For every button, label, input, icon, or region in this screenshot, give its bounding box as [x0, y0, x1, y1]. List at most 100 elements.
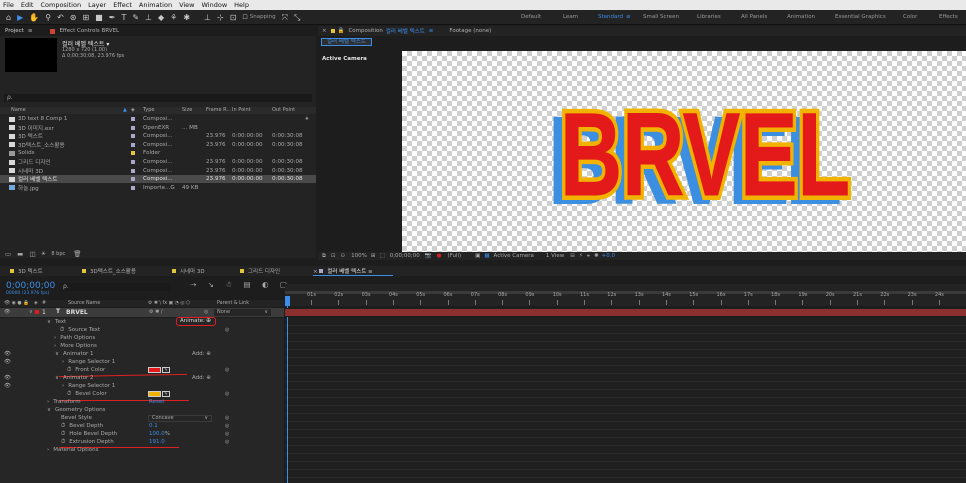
- workspace-color[interactable]: Color: [903, 14, 917, 20]
- workspace-effects[interactable]: Effects: [939, 14, 958, 20]
- flowchart-icon[interactable]: ⚹: [305, 115, 309, 123]
- zoom-tool-icon[interactable]: ⚲: [45, 10, 51, 25]
- col-out-point[interactable]: Out Point: [272, 107, 295, 114]
- snap-icon[interactable]: ⤧: [282, 10, 288, 25]
- work-area-bar[interactable]: [285, 291, 966, 294]
- lock-icon[interactable]: [50, 28, 56, 34]
- project-item-row[interactable]: 그리드 디자인 Composi... 23.976 0:00:00:00 0:00:30…: [0, 158, 316, 166]
- camera-snapshot-icon[interactable]: 📷: [425, 253, 432, 259]
- timeline-tab-0[interactable]: 3D 텍스트: [10, 267, 43, 275]
- prop-material-options[interactable]: › Material Options: [47, 446, 99, 454]
- prop-range-selector2[interactable]: 👁 › Range Selector 1: [4, 382, 115, 390]
- prop-transform[interactable]: › Transform: [47, 398, 81, 406]
- layer-name[interactable]: BRVEL: [66, 309, 88, 316]
- lock-icon[interactable]: 🔒: [338, 28, 345, 34]
- flowchart-icon[interactable]: ⚹: [587, 253, 590, 260]
- workspace-learn[interactable]: Learn: [563, 14, 578, 20]
- prop-text[interactable]: ∨ Text: [47, 318, 66, 326]
- camera-view-dropdown[interactable]: Active Camera: [494, 253, 534, 259]
- transparency-grid-icon[interactable]: ▦: [484, 253, 489, 259]
- clone-stamp-tool-icon[interactable]: ⊥: [145, 10, 152, 25]
- layer-row[interactable]: 👁 ∨ 1 T BRVEL ⚙ ✱ / ◎ None ∨: [0, 308, 284, 317]
- comp-subtab[interactable]: 컬러 베벨 텍스트: [321, 38, 372, 46]
- timeline-search-input[interactable]: ρ.: [60, 283, 170, 291]
- camera-tool-icon[interactable]: ⊛: [70, 10, 77, 25]
- transform-reset-link[interactable]: Reset: [149, 399, 164, 405]
- expression-pickwhip-icon[interactable]: ◎: [225, 415, 229, 421]
- puppet-tool-icon[interactable]: ✱: [183, 10, 190, 25]
- current-time-readout[interactable]: 0;00;00;00: [390, 253, 420, 259]
- project-item-row[interactable]: 3D 이미지.exr OpenEXR ... MB: [0, 124, 316, 132]
- bevel-style-dropdown[interactable]: Concave ∨: [148, 415, 212, 422]
- menu-edit[interactable]: Edit: [21, 1, 34, 9]
- front-color-swatch[interactable]: [148, 367, 161, 373]
- project-item-row[interactable]: 3D text 8 Comp 1 Composi... ⚹: [0, 115, 316, 123]
- prop-animator1[interactable]: 👁 ∨ Animator 1: [4, 350, 94, 358]
- selection-tool-icon[interactable]: ▶: [17, 10, 23, 25]
- menu-layer[interactable]: Layer: [88, 1, 106, 9]
- menu-view[interactable]: View: [179, 1, 194, 9]
- prop-geometry-options[interactable]: ∨ Geometry Options: [47, 406, 105, 414]
- layer-duration-bar[interactable]: [285, 309, 966, 316]
- close-tab-icon[interactable]: ×: [322, 28, 327, 34]
- workspace-animation[interactable]: Animation: [787, 14, 815, 20]
- shape-tool-icon[interactable]: ■: [95, 10, 103, 25]
- prop-more-options[interactable]: › More Options: [54, 342, 97, 350]
- workspace-standard[interactable]: Standard: [598, 14, 623, 20]
- comp-mini-flowchart-icon[interactable]: ⇢: [190, 280, 196, 289]
- tab-composition[interactable]: 컬러 베벨 텍스트: [386, 27, 425, 35]
- exposure-icon[interactable]: ✺: [594, 253, 599, 259]
- bevel-depth-value[interactable]: 0.1: [149, 423, 158, 429]
- expression-pickwhip-icon[interactable]: ◎: [225, 367, 229, 373]
- menu-composition[interactable]: Composition: [40, 1, 81, 9]
- view-layout-dropdown[interactable]: 1 View: [546, 253, 564, 259]
- tab-footage[interactable]: Footage (none): [449, 28, 491, 34]
- prop-bevel-style[interactable]: Bevel Style: [61, 414, 92, 422]
- bevel-color-swatch[interactable]: [148, 391, 161, 397]
- zoom-dropdown[interactable]: 100%: [351, 253, 367, 259]
- motion-blur-icon[interactable]: ◐: [262, 280, 269, 289]
- prop-bevel-depth[interactable]: ⏱ Bevel Depth: [61, 422, 103, 430]
- workspace-all-panels[interactable]: All Panels: [741, 14, 767, 20]
- project-item-row[interactable]: Solids Folder: [0, 149, 316, 157]
- workspace-libraries[interactable]: Libraries: [697, 14, 721, 20]
- new-folder-icon[interactable]: ▬: [17, 250, 23, 258]
- col-name[interactable]: Name: [11, 107, 26, 114]
- hole-bevel-depth-value[interactable]: 100.0%: [149, 431, 170, 437]
- expression-pickwhip-icon[interactable]: ◎: [225, 327, 229, 333]
- project-item-row[interactable]: 시네마 3D Composi... 23.976 0:00:00:00 0:00:30:…: [0, 167, 316, 175]
- brush-tool-icon[interactable]: ✎: [132, 10, 139, 25]
- draft-3d-icon[interactable]: ↘: [208, 280, 214, 289]
- prop-path-options[interactable]: › Path Options: [54, 334, 95, 342]
- new-comp-icon[interactable]: ◫: [29, 250, 35, 258]
- snapping-checkbox-icon[interactable]: ☐: [242, 10, 247, 25]
- prop-range-selector1[interactable]: 👁 › Range Selector 1: [4, 358, 115, 366]
- col-source-name[interactable]: Source Name: [68, 300, 100, 307]
- prop-source-text[interactable]: ⏱ Source Text: [60, 326, 100, 334]
- snap-options-icon[interactable]: ⤡: [294, 10, 300, 25]
- project-item-row[interactable]: 컬러 베벨 텍스트 Composi... 23.976 0:00:00:00 0:00:…: [0, 175, 316, 184]
- eraser-tool-icon[interactable]: ◆: [158, 10, 164, 25]
- region-of-interest-icon[interactable]: ▣: [475, 253, 480, 259]
- type-tool-icon[interactable]: T: [121, 10, 126, 25]
- local-axis-icon[interactable]: ⊥: [204, 10, 211, 25]
- pixel-aspect-icon[interactable]: ⊟: [570, 253, 575, 259]
- playhead-handle[interactable]: [285, 296, 290, 306]
- expression-pickwhip-icon[interactable]: ◎: [225, 439, 229, 445]
- exposure-value[interactable]: +0.0: [602, 253, 615, 259]
- menu-animation[interactable]: Animation: [139, 1, 172, 9]
- timeline-track-area[interactable]: [285, 318, 966, 483]
- workspace-menu-icon[interactable]: ≡: [626, 14, 631, 20]
- tab-effect-controls[interactable]: Effect Controls BRVEL: [59, 28, 119, 34]
- layer-switches[interactable]: ⚙ ✱ /: [149, 309, 163, 315]
- menu-window[interactable]: Window: [202, 1, 228, 9]
- col-type[interactable]: Type: [143, 107, 154, 114]
- menu-effect[interactable]: Effect: [113, 1, 132, 9]
- tab-project[interactable]: Project: [5, 28, 24, 34]
- menu-file[interactable]: File: [3, 1, 14, 9]
- project-item-row[interactable]: 3D텍스트_소스활용 Composi... 23.976 0:00:00:00 0:00…: [0, 141, 316, 149]
- expression-pickwhip-icon[interactable]: ◎: [225, 423, 229, 429]
- col-in-point[interactable]: In Point: [232, 107, 251, 114]
- panel-menu-icon[interactable]: ≡: [429, 28, 434, 34]
- project-item-row[interactable]: 3D 텍스트 Composi... 23.976 0:00:00:00 0:00:30:…: [0, 132, 316, 140]
